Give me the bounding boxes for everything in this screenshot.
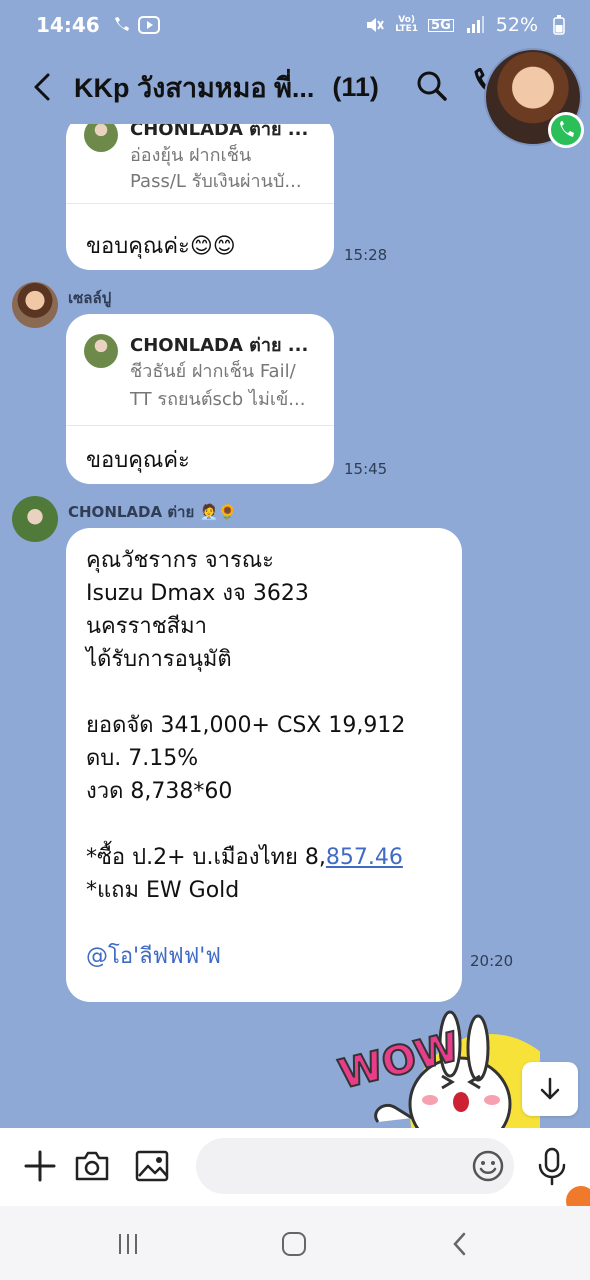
video-call-button[interactable]: [548, 112, 584, 148]
reply-line-2: TT รถยนต์scb ไม่เข้...: [130, 389, 306, 410]
sender-avatar[interactable]: [12, 282, 58, 328]
recent-apps-button[interactable]: [108, 1228, 148, 1260]
reply-line-1: อ่องยุ้น ฝากเช็น: [130, 145, 252, 166]
reply-line-2: Pass/L รับเงินผ่านบั...: [130, 171, 302, 192]
sender-avatar[interactable]: [12, 496, 58, 542]
gallery-button[interactable]: [132, 1146, 172, 1186]
message-time: 15:45: [344, 460, 388, 478]
system-back-button[interactable]: [440, 1228, 480, 1260]
message-line: *ซื้อ ป.2+ บ.เมืองไทย 8,: [86, 845, 326, 870]
wow-sticker[interactable]: WOW: [330, 1004, 570, 1128]
status-bar: 14:46 Vo) LTE1 5G 52%: [0, 0, 590, 50]
voice-message-button[interactable]: [534, 1146, 570, 1186]
chat-title[interactable]: KKp วังสามหมอ พี่...: [74, 66, 314, 109]
plus-icon: [24, 1150, 56, 1182]
chevron-left-icon: [34, 73, 50, 101]
message-bubble[interactable]: คุณวัชรากร จารณะ Isuzu Dmax งจ 3623 นครร…: [66, 528, 462, 1002]
arrow-down-icon: [540, 1077, 560, 1100]
microphone-icon: [538, 1147, 566, 1186]
add-button[interactable]: [20, 1146, 60, 1186]
reply-sender-name: CHONLADA ต่าย ...: [130, 335, 309, 356]
phone-number-link[interactable]: 857.46: [326, 845, 403, 870]
chat-area: CHONLADA ต่าย ... อ่องยุ้น ฝากเช็น Pass/…: [0, 124, 590, 1128]
home-icon: [282, 1232, 306, 1256]
reply-avatar: [84, 124, 118, 152]
sender-name: CHONLADA ต่าย 🧑‍💼🌻: [68, 503, 237, 521]
status-time: 14:46: [36, 13, 100, 37]
message-bubble[interactable]: CHONLADA ต่าย ... ชีวธันย์ ฝากเช็น Fail/…: [66, 314, 334, 484]
network-5g-label: 5G: [428, 18, 454, 32]
message-line: ดบ. 7.15%: [86, 746, 199, 771]
volte-indicator: Vo) LTE1: [395, 16, 418, 34]
scroll-to-bottom-button[interactable]: [522, 1062, 578, 1116]
emoji-button[interactable]: [470, 1148, 506, 1184]
battery-icon: [548, 14, 570, 36]
message-text: ขอบคุณค่ะ😊😊: [86, 234, 236, 259]
message-line: นครราชสีมา: [86, 614, 207, 639]
system-nav-bar: [0, 1206, 590, 1280]
search-icon: [417, 71, 447, 101]
camera-icon: [75, 1151, 109, 1181]
message-line: Isuzu Dmax งจ 3623: [86, 581, 309, 606]
reply-preview[interactable]: CHONLADA ต่าย ... อ่องยุ้น ฝากเช็น Pass/…: [66, 124, 334, 204]
media-play-icon: [137, 14, 160, 36]
message-line: ได้รับการอนุมัติ: [86, 647, 232, 672]
mention-link[interactable]: @โอ'ลีฟฟฟ'ฟ: [86, 944, 221, 969]
recent-apps-icon: [119, 1234, 137, 1254]
battery-percent: 52%: [495, 14, 538, 36]
home-button[interactable]: [274, 1228, 314, 1260]
chevron-left-icon: [453, 1232, 466, 1256]
sender-name: เซลล์ปู: [68, 289, 112, 307]
mute-icon: [363, 14, 385, 36]
reply-avatar: [84, 334, 118, 368]
message-line: งวด 8,738*60: [86, 779, 233, 804]
message-line: ยอดจัด 341,000+ CSX 19,912: [86, 713, 406, 738]
reply-line-1: ชีวธันย์ ฝากเช็น Fail/: [130, 361, 296, 382]
message-time: 20:20: [470, 952, 514, 970]
status-right: Vo) LTE1 5G 52%: [363, 14, 570, 36]
message-bubble[interactable]: CHONLADA ต่าย ... อ่องยุ้น ฝากเช็น Pass/…: [66, 124, 334, 270]
member-count: (11): [332, 71, 379, 102]
message-input[interactable]: [196, 1138, 514, 1194]
message-time: 15:28: [344, 246, 388, 264]
message-line: [86, 907, 442, 940]
volte-bottom-label: LTE1: [395, 24, 419, 34]
smiley-icon: [472, 1150, 504, 1182]
message-input-bar: [0, 1128, 590, 1216]
message-line-with-link: *ซื้อ ป.2+ บ.เมืองไทย 8,857.46: [86, 841, 442, 874]
message-text: ขอบคุณค่ะ: [86, 448, 190, 473]
back-button[interactable]: [24, 67, 60, 107]
reply-preview[interactable]: CHONLADA ต่าย ... ชีวธันย์ ฝากเช็น Fail/…: [66, 314, 334, 426]
phone-icon: [560, 121, 574, 137]
message-line: [86, 676, 442, 709]
search-button[interactable]: [412, 66, 452, 106]
message-line: คุณวัชรากร จารณะ: [86, 548, 274, 573]
camera-button[interactable]: [72, 1146, 112, 1186]
message-line: [86, 808, 442, 841]
wifi-call-icon: [110, 14, 132, 36]
image-icon: [135, 1150, 169, 1182]
message-line: *แถม EW Gold: [86, 878, 240, 903]
signal-icon: [464, 14, 486, 36]
status-left-icons: [110, 14, 160, 36]
